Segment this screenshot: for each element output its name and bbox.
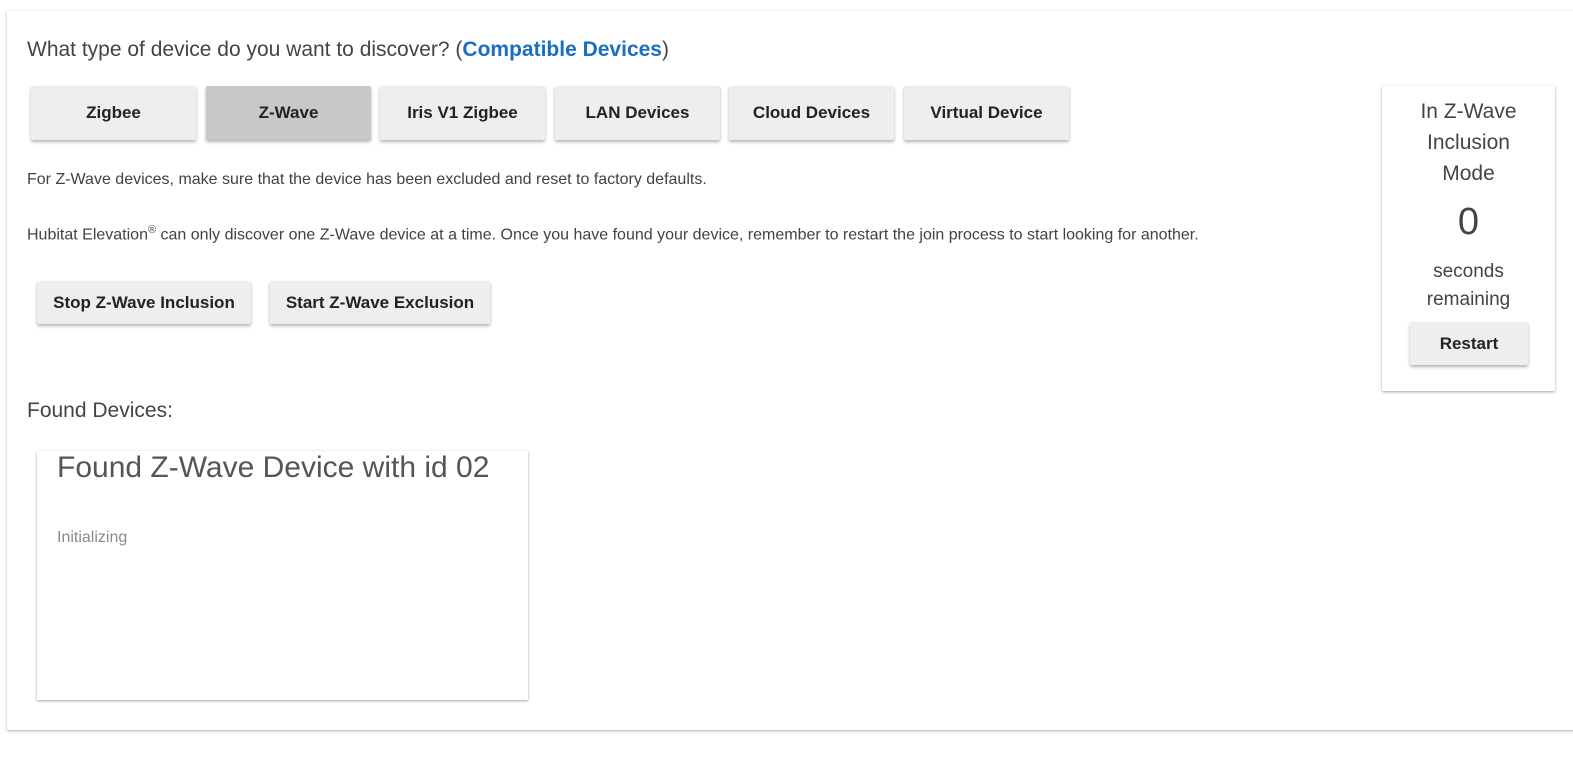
device-type-cloud-devices-button[interactable]: Cloud Devices — [729, 86, 894, 140]
compatible-devices-link[interactable]: Compatible Devices — [462, 38, 662, 61]
device-type-zwave-button[interactable]: Z-Wave — [206, 86, 371, 140]
inclusion-mode-line-1: In Z-Wave — [1420, 100, 1517, 123]
discover-question: What type of device do you want to disco… — [27, 38, 669, 62]
seconds-label-line-1: seconds — [1433, 261, 1504, 282]
zwave-reset-instruction: For Z-Wave devices, make sure that the d… — [27, 171, 707, 188]
device-type-virtual-device-button[interactable]: Virtual Device — [904, 86, 1069, 140]
seconds-countdown: 0 — [1457, 201, 1480, 243]
hubitat-elevation-text: Hubitat Elevation — [27, 226, 148, 244]
stop-zwave-inclusion-button[interactable]: Stop Z-Wave Inclusion — [37, 281, 251, 324]
found-device-status: Initializing — [57, 529, 128, 546]
zwave-one-at-a-time-instruction: Hubitat Elevation® can only discover one… — [27, 224, 1199, 244]
seconds-remaining-label: seconds remaining — [1382, 258, 1555, 314]
found-devices-heading: Found Devices: — [27, 399, 173, 422]
inclusion-mode-line-2: Inclusion — [1427, 131, 1510, 154]
restart-button[interactable]: Restart — [1410, 322, 1528, 365]
discover-devices-card: What type of device do you want to disco… — [7, 11, 1573, 730]
registered-mark: ® — [147, 224, 157, 236]
instruction-remainder: can only discover one Z-Wave device at a… — [156, 226, 1199, 244]
found-device-title: Found Z-Wave Device with id 02 — [57, 451, 490, 484]
inclusion-mode-title: In Z-Wave Inclusion Mode — [1382, 96, 1555, 189]
device-type-zigbee-button[interactable]: Zigbee — [31, 86, 196, 140]
found-device-card: Found Z-Wave Device with id 02 Initializ… — [37, 451, 528, 700]
question-prefix: What type of device do you want to disco… — [27, 38, 463, 61]
start-zwave-exclusion-button[interactable]: Start Z-Wave Exclusion — [270, 281, 490, 324]
question-suffix: ) — [661, 38, 669, 61]
device-type-iris-v1-zigbee-button[interactable]: Iris V1 Zigbee — [380, 86, 545, 140]
seconds-label-line-2: remaining — [1426, 289, 1511, 310]
device-type-lan-devices-button[interactable]: LAN Devices — [555, 86, 720, 140]
inclusion-mode-line-3: Mode — [1442, 162, 1495, 185]
inclusion-mode-panel: In Z-Wave Inclusion Mode 0 seconds remai… — [1382, 86, 1555, 391]
